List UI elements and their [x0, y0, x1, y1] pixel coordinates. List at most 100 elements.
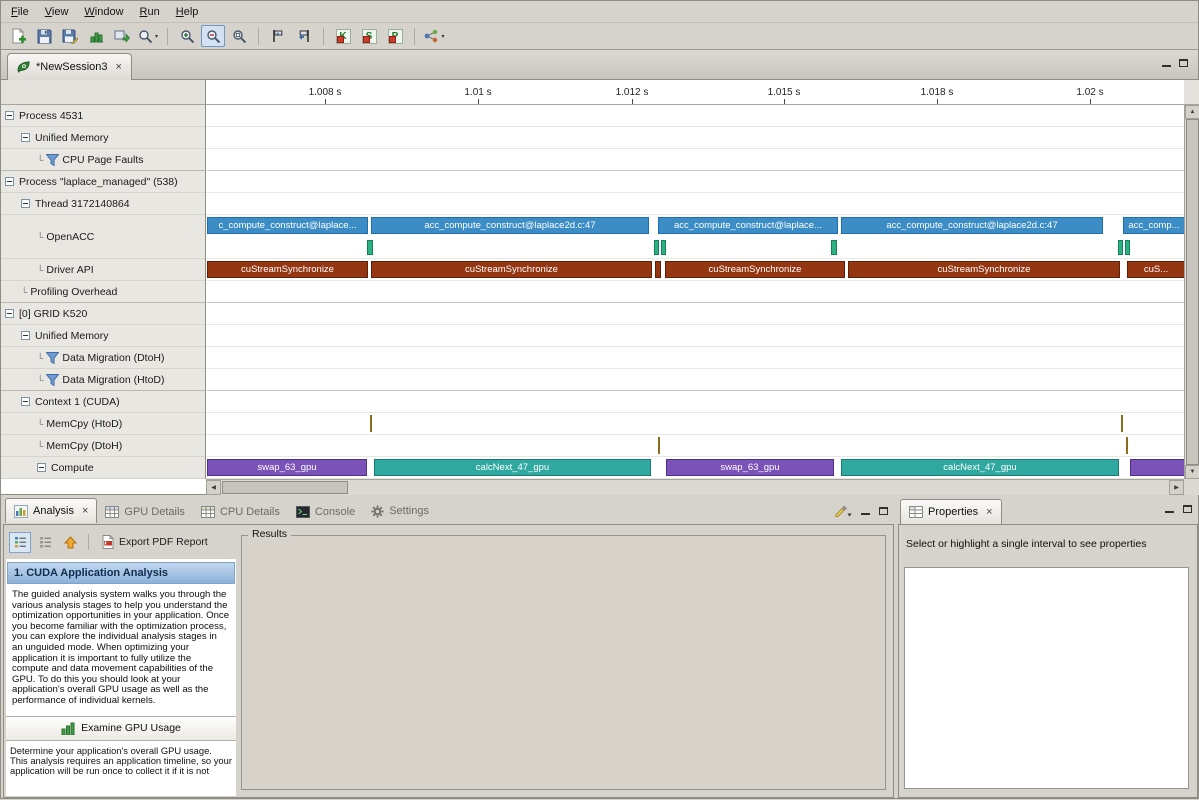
- tree-row-context-1-cuda[interactable]: Context 1 (CUDA): [1, 391, 205, 413]
- openacc-wait-marker[interactable]: [654, 240, 659, 255]
- scroll-left-button[interactable]: ◀: [206, 480, 221, 495]
- next-marker-button[interactable]: [292, 25, 316, 47]
- view-menu-icon[interactable]: [835, 505, 852, 517]
- search-button[interactable]: ▾: [136, 25, 160, 47]
- tab-close-icon[interactable]: ×: [986, 507, 992, 518]
- interval-custreamsynchronize[interactable]: cuStreamSynchronize: [371, 261, 652, 278]
- timeline-ruler[interactable]: 1.008 s1.01 s1.012 s1.015 s1.018 s1.02 s: [206, 80, 1184, 105]
- scroll-down-button[interactable]: ▼: [1185, 465, 1199, 479]
- export-pdf-button[interactable]: Export PDF Report: [96, 533, 214, 551]
- interval-custreamsynchronize[interactable]: cuStreamSynchronize: [848, 261, 1120, 278]
- save-session-button[interactable]: [32, 25, 56, 47]
- run-guided-analysis-button[interactable]: ▾: [422, 25, 446, 47]
- scroll-right-button[interactable]: ▶: [1169, 480, 1184, 495]
- tab-analysis[interactable]: Analysis×: [5, 498, 97, 523]
- tree-row-openacc[interactable]: OpenACC: [1, 215, 205, 259]
- guided-view-button[interactable]: [9, 532, 31, 553]
- collapse-toggle-icon[interactable]: [21, 397, 30, 406]
- tree-row-driver-api[interactable]: Driver API: [1, 259, 205, 281]
- navigate-up-button[interactable]: [59, 532, 81, 553]
- scroll-up-button[interactable]: ▲: [1185, 105, 1199, 119]
- interval-acc-compute-construct-laplace[interactable]: acc_compute_construct@laplace...: [658, 217, 838, 234]
- stream-timeline-mode-button[interactable]: S: [357, 25, 381, 47]
- show-summary-chart-button[interactable]: [84, 25, 108, 47]
- tab-settings[interactable]: Settings: [363, 499, 437, 524]
- tree-row-compute[interactable]: Compute: [1, 457, 205, 479]
- vertical-scroll-thumb[interactable]: [1186, 119, 1199, 465]
- collapse-toggle-icon[interactable]: [21, 331, 30, 340]
- interval-calcnext-47-gpu[interactable]: calcNext_47_gpu: [841, 459, 1119, 476]
- interval-cus[interactable]: cuS...: [1127, 261, 1184, 278]
- examine-gpu-usage-button[interactable]: Examine GPU Usage: [6, 716, 236, 741]
- memcpy-interval-tick[interactable]: [1126, 437, 1128, 454]
- tree-row-profiling-overhead[interactable]: Profiling Overhead: [1, 281, 205, 303]
- tab-cpu-details[interactable]: CPU Details: [193, 499, 288, 524]
- menu-item-window[interactable]: Window: [76, 3, 131, 21]
- tree-row-data-migration-dtoh[interactable]: Data Migration (DtoH): [1, 347, 205, 369]
- filter-icon[interactable]: [46, 374, 59, 386]
- maximize-button[interactable]: [879, 507, 888, 515]
- collapse-toggle-icon[interactable]: [21, 199, 30, 208]
- collapse-toggle-icon[interactable]: [37, 463, 46, 472]
- export-data-button[interactable]: [110, 25, 134, 47]
- tree-row-unified-memory[interactable]: Unified Memory: [1, 127, 205, 149]
- tree-row-0-grid-k520[interactable]: [0] GRID K520: [1, 303, 205, 325]
- minimize-button[interactable]: [861, 507, 870, 515]
- memcpy-interval-tick[interactable]: [1121, 415, 1123, 432]
- menu-item-view[interactable]: View: [37, 3, 77, 21]
- interval-swap-63-gpu[interactable]: swap_63_gpu: [207, 459, 367, 476]
- interval-acc-compute-construct-laplace2d-c-47[interactable]: acc_compute_construct@laplace2d.c:47: [371, 217, 649, 234]
- filter-icon[interactable]: [46, 352, 59, 364]
- horizontal-scrollbar[interactable]: ◀ ▶: [206, 479, 1184, 495]
- tab-close-icon[interactable]: ×: [82, 506, 88, 517]
- interval-acc-compute-construct-laplace2d-c-47[interactable]: acc_compute_construct@laplace2d.c:47: [841, 217, 1103, 234]
- maximize-button[interactable]: [1183, 505, 1192, 513]
- collapse-toggle-icon[interactable]: [5, 309, 14, 318]
- session-tab[interactable]: *NewSession3 ×: [7, 53, 132, 80]
- openacc-wait-marker[interactable]: [367, 240, 373, 255]
- menu-item-file[interactable]: File: [3, 3, 37, 21]
- zoom-fit-button[interactable]: [227, 25, 251, 47]
- kernel-timeline-mode-button[interactable]: K: [331, 25, 355, 47]
- tree-row-process-4531[interactable]: Process 4531: [1, 105, 205, 127]
- save-session-as-button[interactable]: [58, 25, 82, 47]
- interval-acc-comp[interactable]: acc_comp...: [1123, 217, 1184, 234]
- interval-swap-63-gpu[interactable]: swap_63_gpu: [666, 459, 834, 476]
- openacc-wait-marker[interactable]: [661, 240, 666, 255]
- zoom-in-button[interactable]: [175, 25, 199, 47]
- vertical-scrollbar[interactable]: ▲ ▼: [1184, 105, 1199, 479]
- minimize-button[interactable]: [1162, 59, 1171, 67]
- interval-custreamsynchronize[interactable]: cuStreamSynchronize: [207, 261, 368, 278]
- tab-console[interactable]: Console: [288, 499, 363, 524]
- tree-row-unified-memory[interactable]: Unified Memory: [1, 325, 205, 347]
- interval-unlabeled[interactable]: [655, 261, 661, 278]
- unguided-view-button[interactable]: [34, 532, 56, 553]
- tree-row-process-laplace-managed-538[interactable]: Process "laplace_managed" (538): [1, 171, 205, 193]
- interval-custreamsynchronize[interactable]: cuStreamSynchronize: [665, 261, 845, 278]
- tree-row-memcpy-htod[interactable]: MemCpy (HtoD): [1, 413, 205, 435]
- horizontal-scroll-thumb[interactable]: [222, 481, 348, 494]
- tab-gpu-details[interactable]: GPU Details: [97, 499, 193, 524]
- tree-row-memcpy-dtoh[interactable]: MemCpy (DtoH): [1, 435, 205, 457]
- menu-item-run[interactable]: Run: [132, 3, 168, 21]
- maximize-button[interactable]: [1179, 59, 1188, 67]
- openacc-wait-marker[interactable]: [1125, 240, 1130, 255]
- memcpy-interval-tick[interactable]: [370, 415, 372, 432]
- openacc-wait-marker[interactable]: [1118, 240, 1123, 255]
- openacc-wait-marker[interactable]: [831, 240, 837, 255]
- minimize-button[interactable]: [1165, 505, 1174, 513]
- new-session-button[interactable]: [6, 25, 30, 47]
- filter-icon[interactable]: [46, 154, 59, 166]
- collapse-toggle-icon[interactable]: [21, 133, 30, 142]
- tree-row-data-migration-htod[interactable]: Data Migration (HtoD): [1, 369, 205, 391]
- tree-row-thread-3172140864[interactable]: Thread 3172140864: [1, 193, 205, 215]
- tab-properties[interactable]: Properties ×: [900, 499, 1002, 524]
- tab-close-icon[interactable]: ×: [116, 62, 122, 73]
- tree-row-cpu-page-faults[interactable]: CPU Page Faults: [1, 149, 205, 171]
- interval-c-compute-construct-laplace[interactable]: c_compute_construct@laplace...: [207, 217, 368, 234]
- collapse-toggle-icon[interactable]: [5, 177, 14, 186]
- memcpy-interval-tick[interactable]: [658, 437, 660, 454]
- previous-marker-button[interactable]: [266, 25, 290, 47]
- process-timeline-mode-button[interactable]: P: [383, 25, 407, 47]
- collapse-toggle-icon[interactable]: [5, 111, 14, 120]
